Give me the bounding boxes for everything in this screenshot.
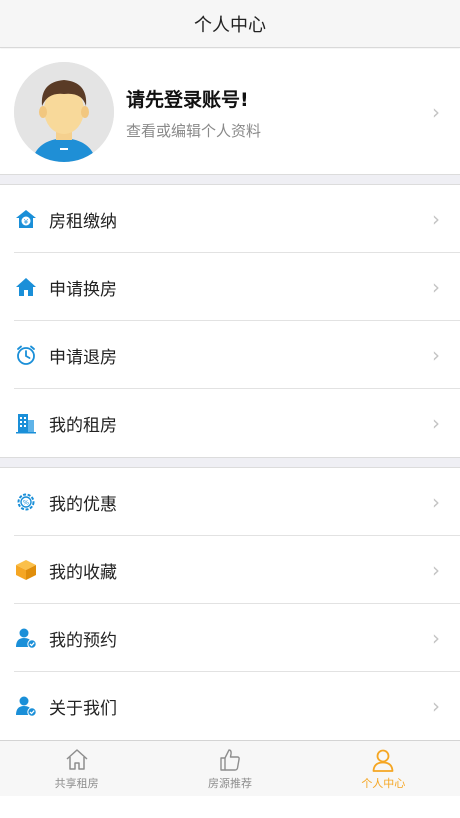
chevron-right-icon: › bbox=[432, 558, 440, 582]
menu-item-label: 我的租房 bbox=[49, 415, 117, 436]
menu-group-rental: ¥ 房租缴纳 › 申请换房 › 申请退房 › 我的租房 › bbox=[0, 185, 460, 457]
tab-listings[interactable]: 房源推荐 bbox=[153, 741, 306, 796]
tab-shared-rental[interactable]: 共享租房 bbox=[0, 741, 153, 796]
house-icon bbox=[14, 275, 38, 299]
profile-text: 请先登录账号! 查看或编辑个人资料 bbox=[126, 85, 261, 141]
chevron-right-icon: › bbox=[432, 275, 440, 299]
chevron-right-icon: › bbox=[432, 207, 440, 231]
discount-gear-icon: % bbox=[14, 490, 38, 514]
svg-text:%: % bbox=[23, 499, 29, 507]
bottom-padding bbox=[0, 796, 460, 818]
tab-label: 个人中心 bbox=[361, 776, 406, 790]
avatar-image bbox=[14, 62, 114, 162]
rent-payment-icon: ¥ bbox=[14, 207, 38, 231]
person-icon bbox=[372, 749, 394, 772]
menu-item-checkout[interactable]: 申请退房 › bbox=[0, 321, 460, 389]
chevron-right-icon: › bbox=[432, 343, 440, 367]
tab-profile[interactable]: 个人中心 bbox=[307, 741, 460, 796]
menu-item-label: 房租缴纳 bbox=[49, 211, 117, 232]
chevron-right-icon: › bbox=[432, 626, 440, 650]
tab-bar: 共享租房 房源推荐 个人中心 bbox=[0, 740, 460, 796]
menu-item-label: 申请退房 bbox=[49, 347, 117, 368]
section-divider bbox=[0, 174, 460, 185]
chevron-right-icon: › bbox=[432, 490, 440, 514]
tab-label: 房源推荐 bbox=[207, 776, 252, 790]
menu-item-label: 申请换房 bbox=[49, 279, 117, 300]
home-outline-icon bbox=[66, 748, 88, 770]
page-title: 个人中心 bbox=[194, 14, 266, 36]
nav-bar: 个人中心 bbox=[0, 0, 460, 48]
menu-item-label: 关于我们 bbox=[49, 698, 117, 719]
menu-item-my-rentals[interactable]: 我的租房 › bbox=[0, 389, 460, 457]
menu-item-label: 我的预约 bbox=[49, 630, 117, 651]
menu-item-change-room[interactable]: 申请换房 › bbox=[0, 253, 460, 321]
menu-group-account: % 我的优惠 › 我的收藏 › 我的预约 › 关于我们 › bbox=[0, 468, 460, 740]
login-prompt: 请先登录账号! bbox=[126, 89, 249, 111]
box-icon bbox=[14, 558, 38, 582]
alarm-clock-icon bbox=[14, 343, 38, 367]
profile-card[interactable]: 请先登录账号! 查看或编辑个人资料 › bbox=[0, 49, 460, 174]
building-icon bbox=[14, 411, 38, 435]
avatar[interactable] bbox=[14, 62, 114, 162]
menu-item-label: 我的收藏 bbox=[49, 562, 117, 583]
profile-subtitle: 查看或编辑个人资料 bbox=[126, 122, 262, 140]
chevron-right-icon: › bbox=[432, 411, 440, 435]
menu-item-discounts[interactable]: % 我的优惠 › bbox=[0, 468, 460, 536]
svg-text:¥: ¥ bbox=[24, 218, 29, 226]
chevron-right-icon: › bbox=[432, 99, 440, 124]
menu-item-favorites[interactable]: 我的收藏 › bbox=[0, 536, 460, 604]
user-check-icon bbox=[14, 626, 38, 650]
section-divider bbox=[0, 457, 460, 468]
menu-item-label: 我的优惠 bbox=[49, 494, 117, 515]
menu-item-about-us[interactable]: 关于我们 › bbox=[0, 672, 460, 740]
thumbs-up-icon bbox=[220, 748, 240, 771]
user-check-icon bbox=[14, 694, 38, 718]
menu-item-reservations[interactable]: 我的预约 › bbox=[0, 604, 460, 672]
tab-label: 共享租房 bbox=[54, 776, 99, 790]
menu-item-rent-payment[interactable]: ¥ 房租缴纳 › bbox=[0, 185, 460, 253]
chevron-right-icon: › bbox=[432, 694, 440, 718]
